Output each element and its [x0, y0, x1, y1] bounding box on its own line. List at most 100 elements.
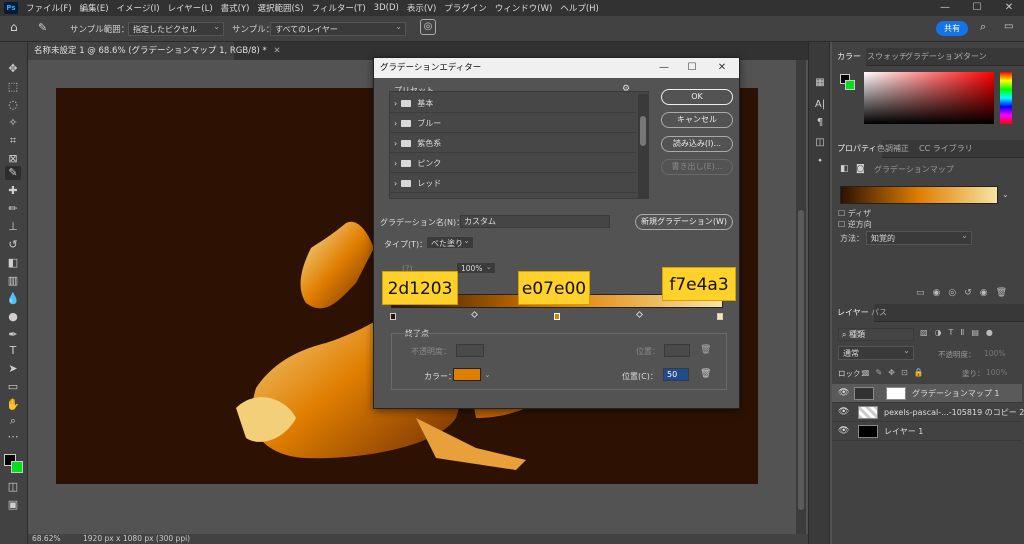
- menu-window[interactable]: ウィンドウ(W): [491, 2, 557, 14]
- color-stop[interactable]: [717, 313, 723, 320]
- visibility-eye-icon[interactable]: 👁: [838, 384, 849, 403]
- reverse-checkbox[interactable]: ☐: [838, 220, 845, 229]
- type-tool-icon[interactable]: T: [5, 344, 21, 358]
- color-dropdown-icon[interactable]: ⌄: [484, 370, 491, 379]
- minimize-icon[interactable]: —: [930, 0, 960, 16]
- presets-scrollbar[interactable]: [638, 94, 648, 198]
- menu-plugins[interactable]: プラグイン: [440, 2, 491, 14]
- sample-size-dropdown[interactable]: 指定したピクセル: [128, 22, 224, 36]
- tab-cc-libraries[interactable]: CC ライブラリ: [914, 140, 978, 158]
- quick-select-tool-icon[interactable]: ✧: [5, 116, 21, 130]
- midpoint-diamond[interactable]: [470, 310, 479, 319]
- layer-mask-thumb[interactable]: [886, 387, 906, 400]
- export-button[interactable]: 書き出し(E)...: [661, 159, 733, 175]
- dodge-tool-icon[interactable]: ●: [5, 310, 21, 324]
- sampling-ring-icon[interactable]: ◎: [420, 19, 436, 35]
- lock-icons[interactable]: ▩✎✥⊡🔒: [862, 368, 930, 377]
- layer-row[interactable]: 👁 pexels-pascal-...-105819 のコピー 2: [832, 403, 1024, 422]
- brush-tool-icon[interactable]: ✏: [5, 202, 21, 216]
- background-color-swatch[interactable]: [11, 461, 23, 473]
- menu-help[interactable]: ヘルプ(H): [556, 2, 603, 14]
- glyphs-icon[interactable]: ⬩: [813, 154, 827, 168]
- menu-select[interactable]: 選択範囲(S): [253, 2, 307, 14]
- preset-folder[interactable]: › 紫色系: [390, 134, 636, 153]
- layer-name[interactable]: レイヤー 1: [884, 422, 923, 441]
- dialog-minimize-icon[interactable]: —: [652, 58, 676, 78]
- paragraph-icon[interactable]: ¶: [813, 116, 827, 130]
- smoothness-dropdown[interactable]: 100%: [456, 262, 496, 274]
- healing-tool-icon[interactable]: ✚: [5, 184, 21, 198]
- canvas-scrollbar[interactable]: [796, 60, 806, 534]
- gradient-name-input[interactable]: カスタム: [460, 215, 610, 228]
- hue-slider[interactable]: [1000, 72, 1012, 124]
- tab-color[interactable]: カラー: [832, 48, 866, 66]
- stop-opacity-input[interactable]: [456, 344, 484, 357]
- layer-name[interactable]: グラデーションマップ 1: [912, 384, 999, 403]
- hand-tool-icon[interactable]: ✋: [5, 398, 21, 412]
- visibility-eye-icon[interactable]: 👁: [838, 403, 849, 422]
- maximize-icon[interactable]: ☐: [962, 0, 992, 16]
- share-button[interactable]: 共有: [936, 21, 968, 36]
- eyedropper-icon[interactable]: ✎: [38, 21, 47, 34]
- cancel-button[interactable]: キャンセル: [661, 112, 733, 128]
- menu-view[interactable]: 表示(V): [403, 2, 440, 14]
- menu-type[interactable]: 書式(Y): [217, 2, 254, 14]
- close-icon[interactable]: ✕: [994, 0, 1024, 16]
- marquee-tool-icon[interactable]: ⬚: [5, 80, 21, 94]
- new-gradient-button[interactable]: 新規グラデーション(W): [635, 214, 733, 230]
- blur-tool-icon[interactable]: 💧: [5, 292, 21, 306]
- dither-checkbox[interactable]: ☐: [838, 209, 845, 218]
- preset-folder[interactable]: › ピンク: [390, 154, 636, 173]
- fill-value[interactable]: 100%: [986, 368, 1007, 377]
- menu-3d[interactable]: 3D(D): [370, 3, 403, 13]
- dialog-close-icon[interactable]: ✕: [710, 58, 734, 78]
- color-bg-swatch[interactable]: [845, 80, 855, 90]
- layer-name[interactable]: pexels-pascal-...-105819 のコピー 2: [884, 403, 1024, 422]
- close-tab-icon[interactable]: ✕: [273, 46, 280, 56]
- move-tool-icon[interactable]: ✥: [5, 62, 21, 76]
- layer-comps-icon[interactable]: ◫: [813, 136, 827, 150]
- gradient-dropdown-icon[interactable]: ⌄: [1002, 190, 1009, 199]
- zoom-level[interactable]: 68.62%: [32, 534, 61, 543]
- mask-icon[interactable]: ◙: [856, 164, 865, 174]
- opacity-value[interactable]: 100%: [984, 349, 1005, 358]
- tab-adjustments[interactable]: 色調補正: [872, 140, 914, 158]
- character-icon[interactable]: A|: [813, 98, 827, 112]
- eyedropper-tool-icon[interactable]: ✎: [5, 166, 21, 180]
- layer-row[interactable]: 👁 グラデーションマップ 1: [832, 384, 1022, 403]
- crop-tool-icon[interactable]: ⌗: [5, 134, 21, 148]
- gradient-map-preview[interactable]: [840, 186, 998, 204]
- opacity-location-input[interactable]: [664, 344, 690, 357]
- ok-button[interactable]: OK: [661, 89, 733, 105]
- color-stop[interactable]: [390, 313, 396, 320]
- sample-dropdown[interactable]: すべてのレイヤー: [270, 22, 406, 36]
- document-tab[interactable]: 名称未設定 1 @ 68.6% (グラデーションマップ 1, RGB/8) * …: [28, 42, 281, 60]
- properties-footer-icons[interactable]: ▭◉◎↺◉🗑: [916, 288, 1015, 298]
- load-button[interactable]: 読み込み(I)...: [661, 136, 733, 152]
- blend-mode-dropdown[interactable]: 通常: [838, 346, 914, 360]
- more-tools-icon[interactable]: ⋯: [5, 430, 21, 444]
- pen-tool-icon[interactable]: ✒: [5, 328, 21, 342]
- frame-tool-icon[interactable]: ⊠: [5, 152, 21, 166]
- color-location-input[interactable]: 50: [663, 368, 689, 381]
- gradient-tool-icon[interactable]: ▥: [5, 274, 21, 288]
- tab-paths[interactable]: パス: [866, 304, 892, 322]
- workspace-icon[interactable]: ▭: [1004, 21, 1013, 32]
- shape-tool-icon[interactable]: ▭: [5, 380, 21, 394]
- history-icon[interactable]: ▦: [813, 76, 827, 90]
- search-icon[interactable]: ⌕: [980, 20, 986, 34]
- layer-filter-dropdown[interactable]: 種類: [849, 330, 865, 339]
- presets-list[interactable]: › 基本 › ブルー › 紫色系 › ピンク › レッド: [389, 91, 649, 199]
- path-select-icon[interactable]: ➤: [5, 362, 21, 376]
- preset-folder[interactable]: › 基本: [390, 94, 636, 113]
- menu-file[interactable]: ファイル(F): [22, 2, 76, 14]
- stop-color-swatch[interactable]: [453, 368, 481, 381]
- screen-mode-icon[interactable]: ▣: [5, 498, 21, 512]
- menu-layer[interactable]: レイヤー(L): [164, 2, 217, 14]
- preset-folder[interactable]: › ブルー: [390, 114, 636, 133]
- layer-row[interactable]: 👁 レイヤー 1: [832, 422, 1022, 441]
- preset-folder[interactable]: › レッド: [390, 174, 636, 193]
- quick-mask-icon[interactable]: ◫: [5, 480, 21, 494]
- menu-filter[interactable]: フィルター(T): [308, 2, 370, 14]
- midpoint-diamond[interactable]: [635, 310, 644, 319]
